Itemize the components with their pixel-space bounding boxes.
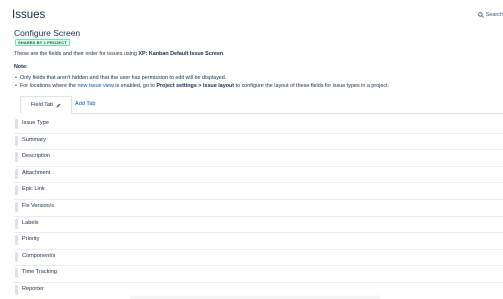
screen-title: Configure Screen bbox=[14, 28, 81, 38]
field-label: Summary bbox=[22, 136, 46, 143]
field-row[interactable]: Time Tracking bbox=[14, 266, 503, 283]
field-label: Issue Type bbox=[22, 120, 49, 126]
drag-handle-icon[interactable] bbox=[15, 284, 18, 295]
description-prefix: These are the fields and their order for… bbox=[14, 51, 139, 57]
search-label: Search bbox=[485, 12, 503, 18]
field-row[interactable]: Labels bbox=[14, 217, 503, 234]
add-tab-link[interactable]: Add Tab bbox=[75, 101, 95, 107]
field-label: Labels bbox=[22, 219, 39, 226]
drag-handle-icon[interactable] bbox=[15, 268, 18, 279]
note-list: Only fields that aren't hidden and that … bbox=[15, 74, 390, 90]
drag-handle-icon[interactable] bbox=[15, 135, 18, 146]
drag-handle-icon[interactable] bbox=[15, 251, 18, 262]
drag-handle-icon[interactable] bbox=[15, 235, 18, 246]
issue-layout-path: Project settings > Issue layout bbox=[156, 83, 235, 89]
drag-handle-icon[interactable] bbox=[15, 152, 18, 163]
field-label: Reporter bbox=[22, 285, 44, 292]
screen-scheme-name: XP: Kanban Default Issue Screen bbox=[138, 51, 224, 57]
field-label: Attachment bbox=[22, 169, 51, 176]
field-label: Component/s bbox=[22, 252, 56, 259]
note-item-text: is enabled, go to bbox=[113, 83, 157, 89]
shared-projects-badge[interactable]: SHARED BY 1 PROJECT bbox=[15, 39, 70, 46]
note-item-text: For locations where the bbox=[20, 83, 78, 89]
field-row[interactable]: Epic Link bbox=[14, 183, 503, 200]
drag-handle-icon[interactable] bbox=[15, 218, 18, 229]
top-bar: Issues Search bbox=[0, 0, 503, 24]
note-item-text: Only fields that aren't hidden and that … bbox=[20, 75, 227, 81]
drag-handle-icon[interactable] bbox=[15, 185, 18, 196]
tab-bar: Field Tab Add Tab bbox=[20, 96, 503, 114]
field-label: Fix Version/s bbox=[22, 202, 55, 209]
new-issue-view-link[interactable]: new issue view bbox=[78, 83, 114, 89]
screen-description: These are the fields and their order for… bbox=[14, 51, 225, 57]
bottom-shadow bbox=[130, 293, 380, 299]
note-label: Note: bbox=[14, 64, 28, 70]
field-label: Priority bbox=[22, 236, 40, 243]
drag-handle-icon[interactable] bbox=[15, 201, 18, 212]
field-list: Issue Type Summary Description Attachmen… bbox=[14, 117, 503, 299]
search-control[interactable]: Search bbox=[477, 12, 503, 18]
search-icon bbox=[477, 12, 484, 18]
pencil-icon[interactable] bbox=[56, 103, 61, 108]
page-title: Issues bbox=[12, 9, 46, 21]
field-row[interactable]: Description bbox=[14, 150, 503, 167]
drag-handle-icon[interactable] bbox=[15, 119, 18, 129]
tab-field-tab[interactable]: Field Tab bbox=[20, 96, 72, 114]
tab-label: Field Tab bbox=[30, 102, 54, 108]
field-label: Time Tracking bbox=[22, 269, 57, 276]
field-label: Epic Link bbox=[22, 186, 45, 193]
field-row[interactable]: Fix Version/s bbox=[14, 200, 503, 217]
field-row[interactable]: Component/s bbox=[14, 250, 503, 267]
field-row[interactable]: Summary bbox=[14, 134, 503, 151]
note-item-text: to configure the layout of these fields … bbox=[234, 83, 390, 89]
note-item: For locations where the new issue view i… bbox=[15, 82, 390, 90]
note-item: Only fields that aren't hidden and that … bbox=[15, 74, 389, 82]
field-label: Description bbox=[22, 153, 50, 160]
description-suffix: . bbox=[223, 51, 225, 57]
field-row[interactable]: Issue Type bbox=[14, 117, 503, 134]
field-row[interactable]: Priority bbox=[14, 233, 503, 250]
field-row[interactable]: Attachment bbox=[14, 167, 503, 184]
drag-handle-icon[interactable] bbox=[15, 168, 18, 179]
